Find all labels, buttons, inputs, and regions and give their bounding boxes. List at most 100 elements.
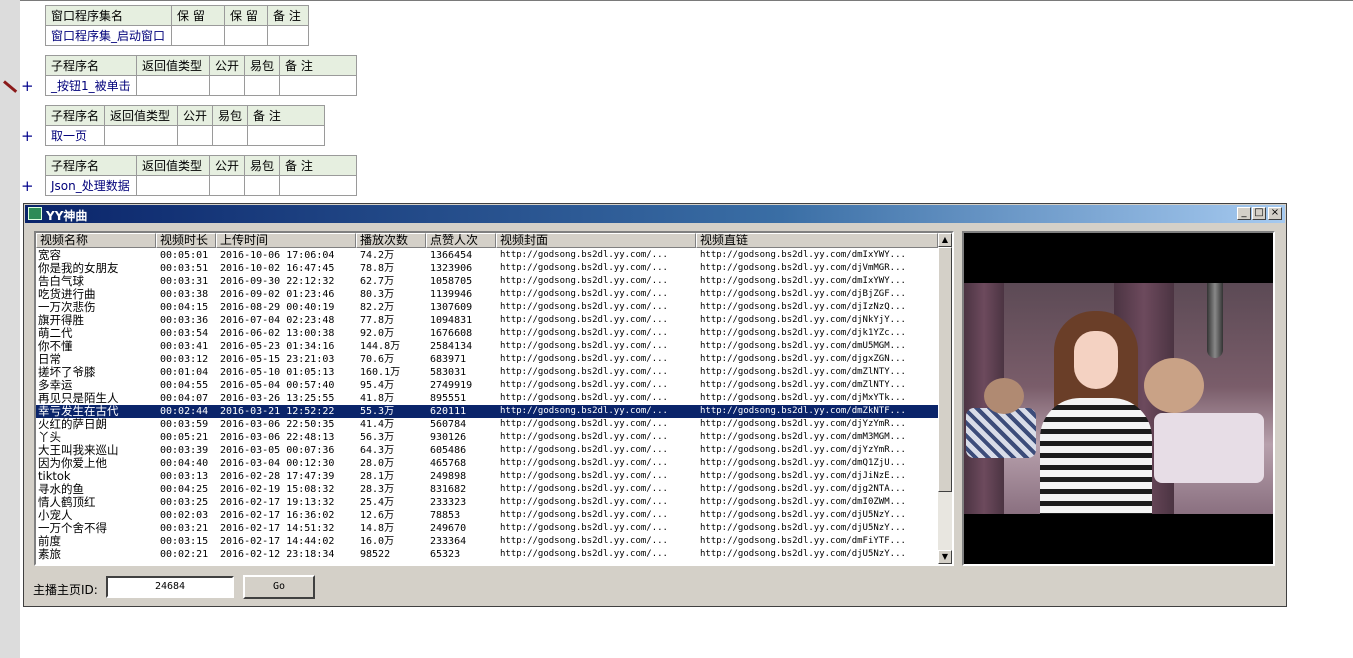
cell-link: http://godsong.bs2dl.yy.com/dmI0ZWM... — [700, 497, 906, 507]
cell-duration: 00:03:59 — [160, 419, 209, 430]
cell-likes: 2749919 — [430, 380, 473, 391]
cell-likes: 65323 — [430, 549, 461, 560]
list-row[interactable]: 宽容 00:05:01 2016-10-06 17:06:04 74.2万 136645… — [36, 249, 938, 262]
cell-upload-time: 2016-03-06 22:50:35 — [220, 419, 335, 430]
column-header-likes[interactable]: 点赞人次 — [426, 233, 496, 248]
sub1-remark-cell[interactable] — [279, 75, 358, 96]
column-header-play-count[interactable]: 播放次数 — [356, 233, 426, 248]
cell-play-count: 25.4万 — [360, 497, 395, 508]
list-row[interactable]: 寻水的鱼 00:04:25 2016-02-19 15:08:32 28.3万 8316… — [36, 483, 938, 496]
list-row[interactable]: 一万次悲伤 00:04:15 2016-08-29 00:40:19 82.2万 130… — [36, 301, 938, 314]
sub3-name-cell[interactable]: Json_处理数据 — [45, 175, 137, 196]
list-row[interactable]: 多幸运 00:04:55 2016-05-04 00:57:40 95.4万 27499… — [36, 379, 938, 392]
sub2-easy-cell[interactable] — [212, 125, 249, 146]
column-header-upload-time[interactable]: 上传时间 — [216, 233, 356, 248]
sub1-name-cell[interactable]: _按钮1_被单击 — [45, 75, 137, 96]
sub3-easy-cell[interactable] — [244, 175, 281, 196]
sub2-name-cell[interactable]: 取一页 — [44, 125, 106, 146]
sub1-public-cell[interactable] — [208, 75, 246, 96]
sub3-public-cell[interactable] — [208, 175, 246, 196]
cell-cover: http://godsong.bs2dl.yy.com/... — [500, 393, 668, 403]
cell-link: http://godsong.bs2dl.yy.com/djg2NTA... — [700, 484, 906, 494]
assembly-reserved1-cell[interactable] — [171, 25, 225, 46]
cell-name: 旗开得胜 — [38, 314, 84, 327]
maximize-button[interactable]: □ — [1252, 207, 1266, 220]
cell-upload-time: 2016-02-19 15:08:32 — [220, 484, 335, 495]
list-row[interactable]: 情人鹤顶红 00:03:25 2016-02-17 19:13:32 25.4万 233… — [36, 496, 938, 509]
expand-sub2-icon[interactable]: + — [21, 129, 34, 144]
assembly-reserved2-cell[interactable] — [224, 25, 268, 46]
scroll-thumb[interactable] — [938, 247, 952, 492]
assembly-name-cell[interactable]: 窗口程序集_启动窗口 — [45, 25, 172, 46]
column-header-duration[interactable]: 视频时长 — [156, 233, 216, 248]
scroll-up-button[interactable]: ▲ — [938, 233, 952, 247]
cell-cover: http://godsong.bs2dl.yy.com/... — [500, 289, 668, 299]
expand-sub3-icon[interactable]: + — [21, 179, 34, 194]
sub2-remark-cell[interactable] — [247, 125, 326, 146]
sub1-easy-cell[interactable] — [244, 75, 281, 96]
minimize-button[interactable]: _ — [1237, 207, 1251, 220]
list-row[interactable]: tiktok 00:03:13 2016-02-28 17:47:39 28.1万 24… — [36, 470, 938, 483]
list-row[interactable]: 前度 00:03:15 2016-02-17 14:44:02 16.0万 233364… — [36, 535, 938, 548]
cell-likes: 249898 — [430, 471, 467, 482]
list-row[interactable]: 你是我的女朋友 00:03:51 2016-10-02 16:47:45 78.8万 1… — [36, 262, 938, 275]
list-row[interactable]: 大王叫我来巡山 00:03:39 2016-03-05 00:07:36 64.3万 6… — [36, 444, 938, 457]
sub-table-2: 子程序名 返回值类型 公开 易包 备 注 取一页 — [44, 105, 326, 146]
cell-link: http://godsong.bs2dl.yy.com/dmQ1ZjU... — [700, 458, 906, 468]
cell-likes: 249670 — [430, 523, 467, 534]
list-row[interactable]: 你不懂 00:03:41 2016-05-23 01:34:16 144.8万 2584… — [36, 340, 938, 353]
cell-likes: 831682 — [430, 484, 467, 495]
sub3-return-cell[interactable] — [136, 175, 210, 196]
column-header-link[interactable]: 视频直链 — [696, 233, 938, 248]
cell-duration: 00:03:15 — [160, 536, 209, 547]
sub2-header-remark: 备 注 — [247, 105, 326, 126]
cell-name: 素旅 — [38, 548, 61, 561]
cell-duration: 00:03:25 — [160, 497, 209, 508]
scroll-down-button[interactable]: ▼ — [938, 550, 952, 564]
list-row[interactable]: 火红的萨日朗 00:03:59 2016-03-06 22:50:35 41.4万 56… — [36, 418, 938, 431]
vertical-scrollbar[interactable]: ▲ ▼ — [938, 233, 952, 564]
list-row[interactable]: 一万个舍不得 00:03:21 2016-02-17 14:51:32 14.8万 24… — [36, 522, 938, 535]
cell-upload-time: 2016-05-10 01:05:13 — [220, 367, 335, 378]
title-bar[interactable]: YY神曲 _ □ × — [25, 205, 1285, 223]
list-row[interactable]: 丫头 00:05:21 2016-03-06 22:48:13 56.3万 930126… — [36, 431, 938, 444]
cell-link: http://godsong.bs2dl.yy.com/dmIxYWY... — [700, 250, 906, 260]
sub1-return-cell[interactable] — [136, 75, 210, 96]
assembly-remark-cell[interactable] — [267, 25, 309, 46]
list-row[interactable]: 萌二代 00:03:54 2016-06-02 13:00:38 92.0万 16766… — [36, 327, 938, 340]
cell-duration: 00:05:21 — [160, 432, 209, 443]
video-player[interactable] — [962, 231, 1275, 566]
list-row[interactable]: 日常 00:03:12 2016-05-15 23:21:03 70.6万 683971… — [36, 353, 938, 366]
sub3-remark-cell[interactable] — [279, 175, 358, 196]
list-row[interactable]: 素旅 00:02:21 2016-02-12 23:18:34 98522 65323 h… — [36, 548, 938, 561]
cell-play-count: 14.8万 — [360, 523, 395, 534]
list-row[interactable]: 旗开得胜 00:03:36 2016-07-04 02:23:48 77.8万 1094… — [36, 314, 938, 327]
cell-link: http://godsong.bs2dl.yy.com/dmU5MGM... — [700, 341, 906, 351]
video-list[interactable]: 视频名称 视频时长 上传时间 播放次数 点赞人次 视频封面 视频直链 宽容 00:… — [34, 231, 954, 566]
cell-likes: 1307609 — [430, 302, 473, 313]
sub2-public-cell[interactable] — [177, 125, 214, 146]
column-header-name[interactable]: 视频名称 — [36, 233, 156, 248]
list-row[interactable]: 幸亏发生在古代 00:02:44 2016-03-21 12:52:22 55.3万 6… — [36, 405, 938, 418]
cell-cover: http://godsong.bs2dl.yy.com/... — [500, 380, 668, 390]
close-button[interactable]: × — [1268, 207, 1282, 220]
cell-cover: http://godsong.bs2dl.yy.com/... — [500, 432, 668, 442]
cell-duration: 00:03:12 — [160, 354, 209, 365]
cell-duration: 00:04:15 — [160, 302, 209, 313]
list-row[interactable]: 吃货进行曲 00:03:38 2016-09-02 01:23:46 80.3万 113… — [36, 288, 938, 301]
go-button[interactable]: Go — [243, 575, 315, 599]
cell-cover: http://godsong.bs2dl.yy.com/... — [500, 315, 668, 325]
list-row[interactable]: 搓坏了爷膝 00:01:04 2016-05-10 01:05:13 160.1万 58… — [36, 366, 938, 379]
cell-play-count: 41.8万 — [360, 393, 395, 404]
editor-top-border — [20, 0, 1353, 1]
list-row[interactable]: 告白气球 00:03:31 2016-09-30 22:12:32 62.7万 1058… — [36, 275, 938, 288]
list-row[interactable]: 因为你爱上他 00:04:40 2016-03-04 00:12:30 28.0万 46… — [36, 457, 938, 470]
list-row[interactable]: 再见只是陌生人 00:04:07 2016-03-26 13:25:55 41.8万 8… — [36, 392, 938, 405]
list-row[interactable]: 小宠人 00:02:03 2016-02-17 16:36:02 12.6万 78853… — [36, 509, 938, 522]
expand-sub1-icon[interactable]: + — [21, 79, 34, 94]
sub2-header-easy: 易包 — [212, 105, 249, 126]
sub2-return-cell[interactable] — [104, 125, 179, 146]
cell-duration: 00:03:54 — [160, 328, 209, 339]
streamer-id-input[interactable]: 24684 — [106, 576, 234, 598]
column-header-cover[interactable]: 视频封面 — [496, 233, 696, 248]
